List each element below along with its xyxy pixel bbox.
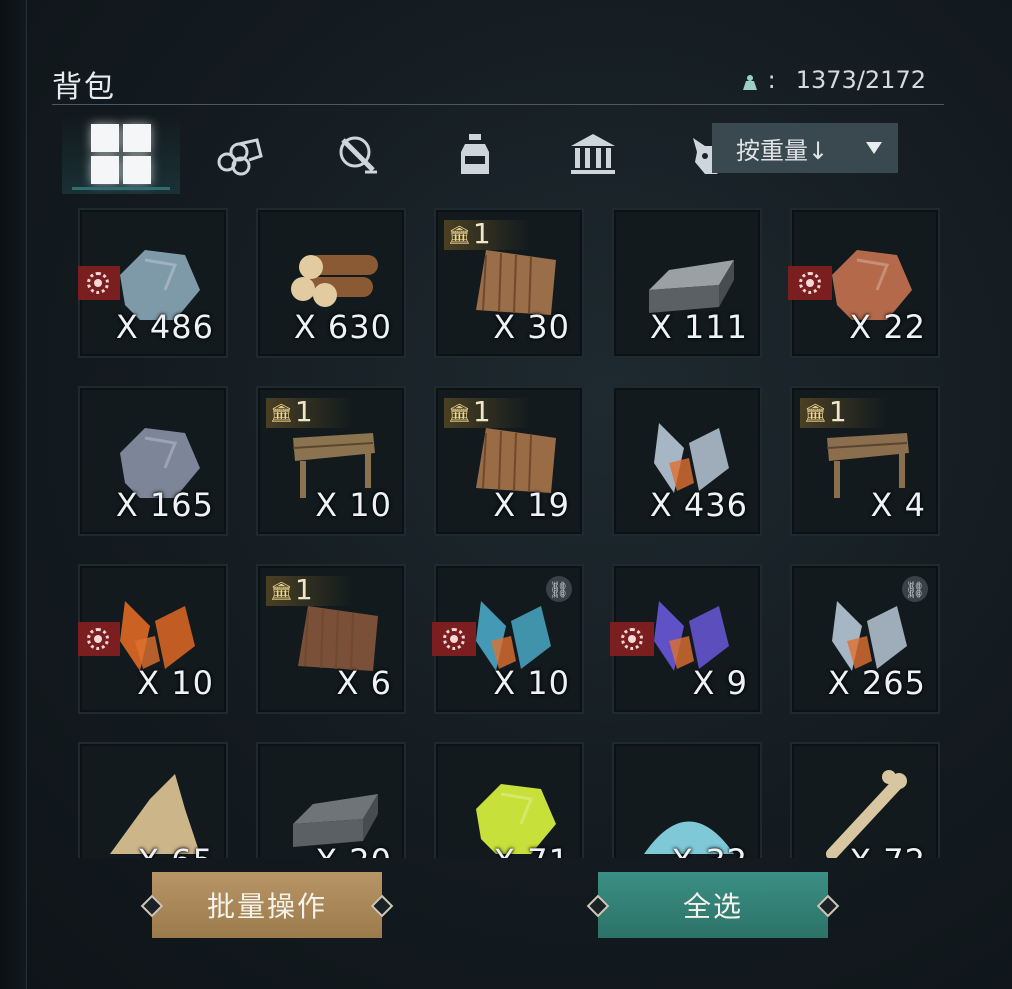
item-quantity: X 486 bbox=[115, 308, 214, 346]
rare-badge bbox=[610, 622, 654, 656]
tab-wood[interactable] bbox=[180, 114, 298, 194]
inventory-slot[interactable]: X 65 bbox=[78, 742, 228, 858]
link-icon[interactable]: ⛓ bbox=[902, 576, 928, 602]
item-quantity: X 111 bbox=[649, 308, 748, 346]
gear-icon bbox=[621, 628, 643, 650]
item-quantity: X 4 bbox=[870, 486, 926, 524]
inventory-slot[interactable]: X 630 bbox=[256, 208, 406, 358]
inventory-slot[interactable]: X 32 bbox=[612, 742, 762, 858]
item-quantity: X 630 bbox=[293, 308, 392, 346]
logs-icon bbox=[217, 138, 263, 176]
gear-icon bbox=[799, 272, 821, 294]
item-quantity: X 10 bbox=[493, 664, 570, 702]
inventory-panel: 背包 : 1373/2172 按重量↓ X 486 X 630 🏛 1 X 30… bbox=[52, 50, 944, 980]
rare-badge bbox=[788, 266, 832, 300]
item-quantity: X 165 bbox=[115, 486, 214, 524]
weight-indicator: : 1373/2172 bbox=[740, 66, 926, 94]
batch-operation-button[interactable]: 批量操作 bbox=[152, 872, 382, 938]
building-icon: 🏛 bbox=[448, 225, 471, 246]
header-divider bbox=[52, 104, 944, 105]
tab-equipment[interactable] bbox=[298, 114, 416, 194]
item-quantity: X 10 bbox=[137, 664, 214, 702]
grid-icon bbox=[91, 124, 151, 184]
inventory-slot[interactable]: X 20 bbox=[256, 742, 406, 858]
weight-value: 1373/2172 bbox=[795, 66, 926, 94]
inventory-slot[interactable]: X 111 bbox=[612, 208, 762, 358]
item-quantity: X 32 bbox=[671, 842, 748, 858]
inventory-slot[interactable]: 🏛 1 X 19 bbox=[434, 386, 584, 536]
building-icon: 🏛 bbox=[448, 403, 471, 424]
rare-badge bbox=[432, 622, 476, 656]
inventory-slot[interactable]: ⛓ X 10 bbox=[432, 564, 584, 714]
page-title: 背包 bbox=[52, 70, 116, 105]
select-all-button[interactable]: 全选 bbox=[598, 872, 828, 938]
link-icon[interactable]: ⛓ bbox=[546, 576, 572, 602]
tab-consumable[interactable] bbox=[416, 114, 534, 194]
item-grid: X 486 X 630 🏛 1 X 30 X 111 X 22 X 165 🏛 1 X 10 🏛 1 X … bbox=[78, 208, 946, 858]
building-count-badge: 🏛 1 bbox=[266, 395, 353, 428]
inventory-slot[interactable]: 🏛 1 X 6 bbox=[256, 564, 406, 714]
building-icon bbox=[571, 134, 615, 174]
weight-label: : bbox=[767, 66, 776, 94]
inventory-slot[interactable]: X 22 bbox=[788, 208, 940, 358]
weapon-icon bbox=[339, 136, 377, 174]
inventory-slot[interactable]: 🏛 1 X 30 bbox=[434, 208, 584, 358]
tab-building[interactable] bbox=[534, 114, 652, 194]
item-quantity: X 265 bbox=[827, 664, 926, 702]
inventory-slot[interactable]: ⛓ X 265 bbox=[790, 564, 940, 714]
bottle-icon bbox=[461, 134, 489, 174]
item-quantity: X 20 bbox=[315, 842, 392, 858]
inventory-slot[interactable]: X 71 bbox=[434, 742, 584, 858]
rare-badge bbox=[78, 266, 120, 300]
building-icon: 🏛 bbox=[804, 403, 827, 424]
building-count: 1 bbox=[294, 573, 313, 606]
left-edge-frame bbox=[0, 0, 27, 989]
gear-icon bbox=[87, 628, 109, 650]
building-count-badge: 🏛 1 bbox=[444, 217, 531, 250]
sort-label: 按重量↓ bbox=[736, 136, 829, 165]
item-quantity: X 10 bbox=[315, 486, 392, 524]
inventory-slot[interactable]: X 9 bbox=[610, 564, 762, 714]
item-quantity: X 71 bbox=[493, 842, 570, 858]
sort-dropdown[interactable]: 按重量↓ bbox=[712, 123, 898, 173]
rare-badge bbox=[78, 622, 120, 656]
item-quantity: X 9 bbox=[692, 664, 748, 702]
inventory-slot[interactable]: X 165 bbox=[78, 386, 228, 536]
weight-icon bbox=[740, 70, 760, 90]
item-quantity: X 436 bbox=[649, 486, 748, 524]
inventory-slot[interactable]: X 486 bbox=[78, 208, 228, 358]
item-quantity: X 19 bbox=[493, 486, 570, 524]
building-count-badge: 🏛 1 bbox=[800, 395, 887, 428]
building-count: 1 bbox=[828, 395, 847, 428]
chevron-down-icon bbox=[866, 142, 882, 154]
building-count: 1 bbox=[472, 217, 491, 250]
building-count-badge: 🏛 1 bbox=[266, 573, 353, 606]
building-icon: 🏛 bbox=[270, 581, 293, 602]
gear-icon bbox=[443, 628, 465, 650]
inventory-slot[interactable]: 🏛 1 X 10 bbox=[256, 386, 406, 536]
item-quantity: X 72 bbox=[849, 842, 926, 858]
gear-icon bbox=[87, 272, 109, 294]
building-count: 1 bbox=[472, 395, 491, 428]
tab-all[interactable] bbox=[62, 114, 180, 194]
inventory-slot[interactable]: X 72 bbox=[790, 742, 940, 858]
building-icon: 🏛 bbox=[270, 403, 293, 424]
item-quantity: X 22 bbox=[849, 308, 926, 346]
item-quantity: X 6 bbox=[336, 664, 392, 702]
inventory-slot[interactable]: 🏛 1 X 4 bbox=[790, 386, 940, 536]
item-quantity: X 30 bbox=[493, 308, 570, 346]
item-quantity: X 65 bbox=[137, 842, 214, 858]
inventory-slot[interactable]: X 10 bbox=[78, 564, 228, 714]
inventory-slot[interactable]: X 436 bbox=[612, 386, 762, 536]
building-count: 1 bbox=[294, 395, 313, 428]
building-count-badge: 🏛 1 bbox=[444, 395, 531, 428]
